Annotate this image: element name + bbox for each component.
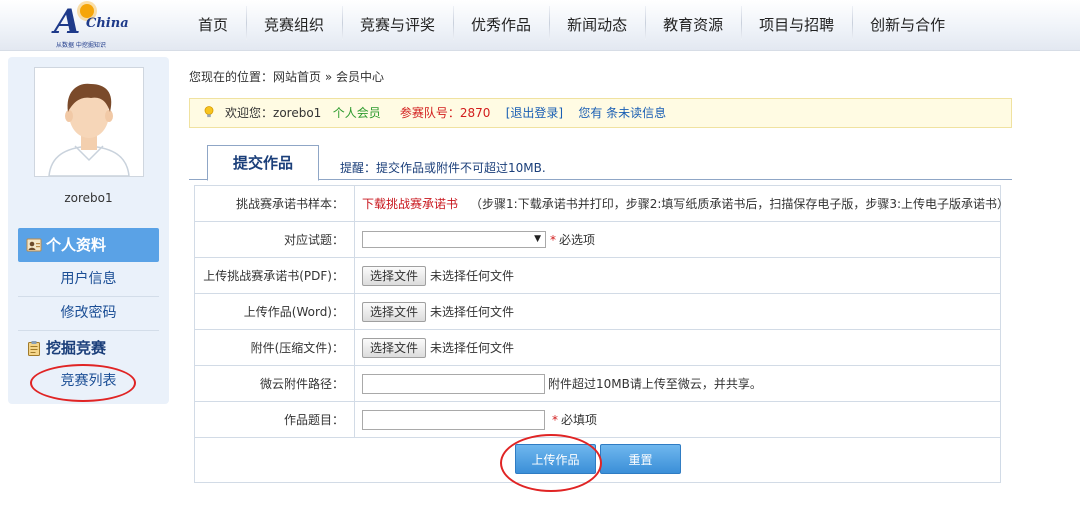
top-navigation-bar: A China 从数据 中挖掘知识 首页 竞赛组织 竞赛与评奖 优秀作品 新闻动… [0, 0, 1080, 51]
required-hint: 必填项 [561, 413, 598, 427]
sidebar-username: zorebo1 [64, 191, 113, 205]
nav-news[interactable]: 新闻动态 [549, 0, 645, 50]
clipboard-icon [28, 341, 40, 356]
choose-file-button-pledge[interactable]: 选择文件 [362, 265, 427, 286]
choose-file-button-attachment[interactable]: 选择文件 [362, 337, 427, 358]
user-profile-icon [26, 238, 42, 252]
weiyun-hint: 附件超过10MB请上传至微云，并共享。 [548, 377, 762, 391]
nav-excellent-works[interactable]: 优秀作品 [453, 0, 549, 50]
breadcrumb: 您现在的位置：网站首页 » 会员中心 [189, 68, 384, 85]
required-hint: 必选项 [559, 233, 596, 247]
form-label: 附件(压缩文件)： [195, 330, 355, 365]
form-label: 作品题目： [195, 402, 355, 437]
file-status-work: 未选择任何文件 [430, 305, 515, 319]
question-select[interactable]: ▼ [362, 231, 546, 248]
logo-letter: A [54, 2, 81, 42]
welcome-username: zorebo1 [273, 106, 322, 120]
avatar [34, 67, 144, 177]
sidebar-heading-profile[interactable]: 个人资料 [18, 228, 159, 262]
sidebar-heading-contest-label: 挖掘竞赛 [46, 339, 107, 357]
form-label: 上传挑战赛承诺书(PDF)： [195, 258, 355, 293]
member-sidebar: zorebo1 个人资料 用户信息 修改密码 挖掘竞赛 竞赛列表 [8, 57, 169, 404]
form-row-title: 作品题目： * 必填项 [195, 402, 1000, 438]
member-type: 个人会员 [332, 106, 381, 120]
reset-button[interactable]: 重置 [600, 444, 681, 474]
team-label: 参赛队号： [399, 106, 460, 120]
logo-tagline: 从数据 中挖掘知识 [56, 42, 106, 49]
file-status-attachment: 未选择任何文件 [430, 341, 515, 355]
upload-work-button[interactable]: 上传作品 [515, 444, 596, 474]
logout-link[interactable]: [退出登录] [506, 106, 563, 120]
team-id: 2870 [459, 106, 491, 120]
form-label: 微云附件路径： [195, 366, 355, 401]
choose-file-button-work[interactable]: 选择文件 [362, 301, 427, 322]
weiyun-path-input[interactable] [362, 373, 545, 394]
lightbulb-icon [204, 106, 214, 118]
sidebar-item-change-password[interactable]: 修改密码 [18, 297, 159, 331]
form-row-question: 对应试题： ▼ * 必选项 [195, 222, 1000, 258]
main-nav: 首页 竞赛组织 竞赛与评奖 优秀作品 新闻动态 教育资源 项目与招聘 创新与合作 [180, 0, 963, 50]
breadcrumb-separator: » [321, 70, 337, 84]
file-status-pledge: 未选择任何文件 [430, 269, 515, 283]
download-pledge-link[interactable]: 下载挑战赛承诺书 [362, 195, 458, 212]
breadcrumb-current: 会员中心 [336, 70, 385, 84]
form-row-pledge-sample: 挑战赛承诺书样本： 下载挑战赛承诺书 （步骤1:下载承诺书并打印，步骤2:填写纸… [195, 186, 1009, 222]
nav-home[interactable]: 首页 [180, 0, 246, 50]
tab-submit-work[interactable]: 提交作品 [207, 145, 319, 181]
sidebar-item-user-info[interactable]: 用户信息 [18, 263, 159, 297]
sidebar-heading-contest[interactable]: 挖掘竞赛 [18, 331, 159, 365]
nav-contest-organization[interactable]: 竞赛组织 [246, 0, 342, 50]
work-title-input[interactable] [362, 409, 545, 430]
nav-education-resources[interactable]: 教育资源 [645, 0, 741, 50]
nav-contest-awards[interactable]: 竞赛与评奖 [342, 0, 453, 50]
welcome-bar: 欢迎您：zorebo1 个人会员 参赛队号：2870 [退出登录] 您有 条未读… [189, 98, 1012, 128]
logo-brand: China [86, 16, 129, 31]
site-logo[interactable]: A China 从数据 中挖掘知识 [52, 2, 129, 49]
form-label: 对应试题： [195, 222, 355, 257]
sidebar-heading-profile-label: 个人资料 [46, 236, 107, 254]
form-label: 挑战赛承诺书样本： [195, 186, 355, 221]
pledge-steps-note: （步骤1:下载承诺书并打印，步骤2:填写纸质承诺书后，扫描保存电子版，步骤3:上… [470, 197, 1010, 211]
form-row-weiyun-path: 微云附件路径： 附件超过10MB请上传至微云，并共享。 [195, 366, 1000, 402]
form-row-attachment-upload: 附件(压缩文件)： 选择文件 未选择任何文件 [195, 330, 1000, 366]
submission-form: 挑战赛承诺书样本： 下载挑战赛承诺书 （步骤1:下载承诺书并打印，步骤2:填写纸… [194, 185, 1009, 483]
breadcrumb-home-link[interactable]: 网站首页 [273, 70, 321, 84]
nav-innovation[interactable]: 创新与合作 [852, 0, 963, 50]
required-mark: * [552, 412, 558, 427]
unread-messages-link[interactable]: 您有 条未读信息 [578, 106, 666, 120]
welcome-greeting: 欢迎您： [225, 106, 274, 120]
form-row-pledge-upload: 上传挑战赛承诺书(PDF)： 选择文件 未选择任何文件 [195, 258, 1000, 294]
required-mark: * [550, 232, 556, 247]
form-label: 上传作品(Word)： [195, 294, 355, 329]
form-row-work-upload: 上传作品(Word)： 选择文件 未选择任何文件 [195, 294, 1000, 330]
upload-size-tip: 提醒：提交作品或附件不可超过10MB. [340, 161, 546, 175]
nav-projects-jobs[interactable]: 项目与招聘 [741, 0, 852, 50]
sidebar-item-contest-list[interactable]: 竞赛列表 [18, 365, 159, 398]
breadcrumb-prefix: 您现在的位置： [189, 70, 274, 84]
dropdown-arrow-icon: ▼ [534, 234, 541, 244]
